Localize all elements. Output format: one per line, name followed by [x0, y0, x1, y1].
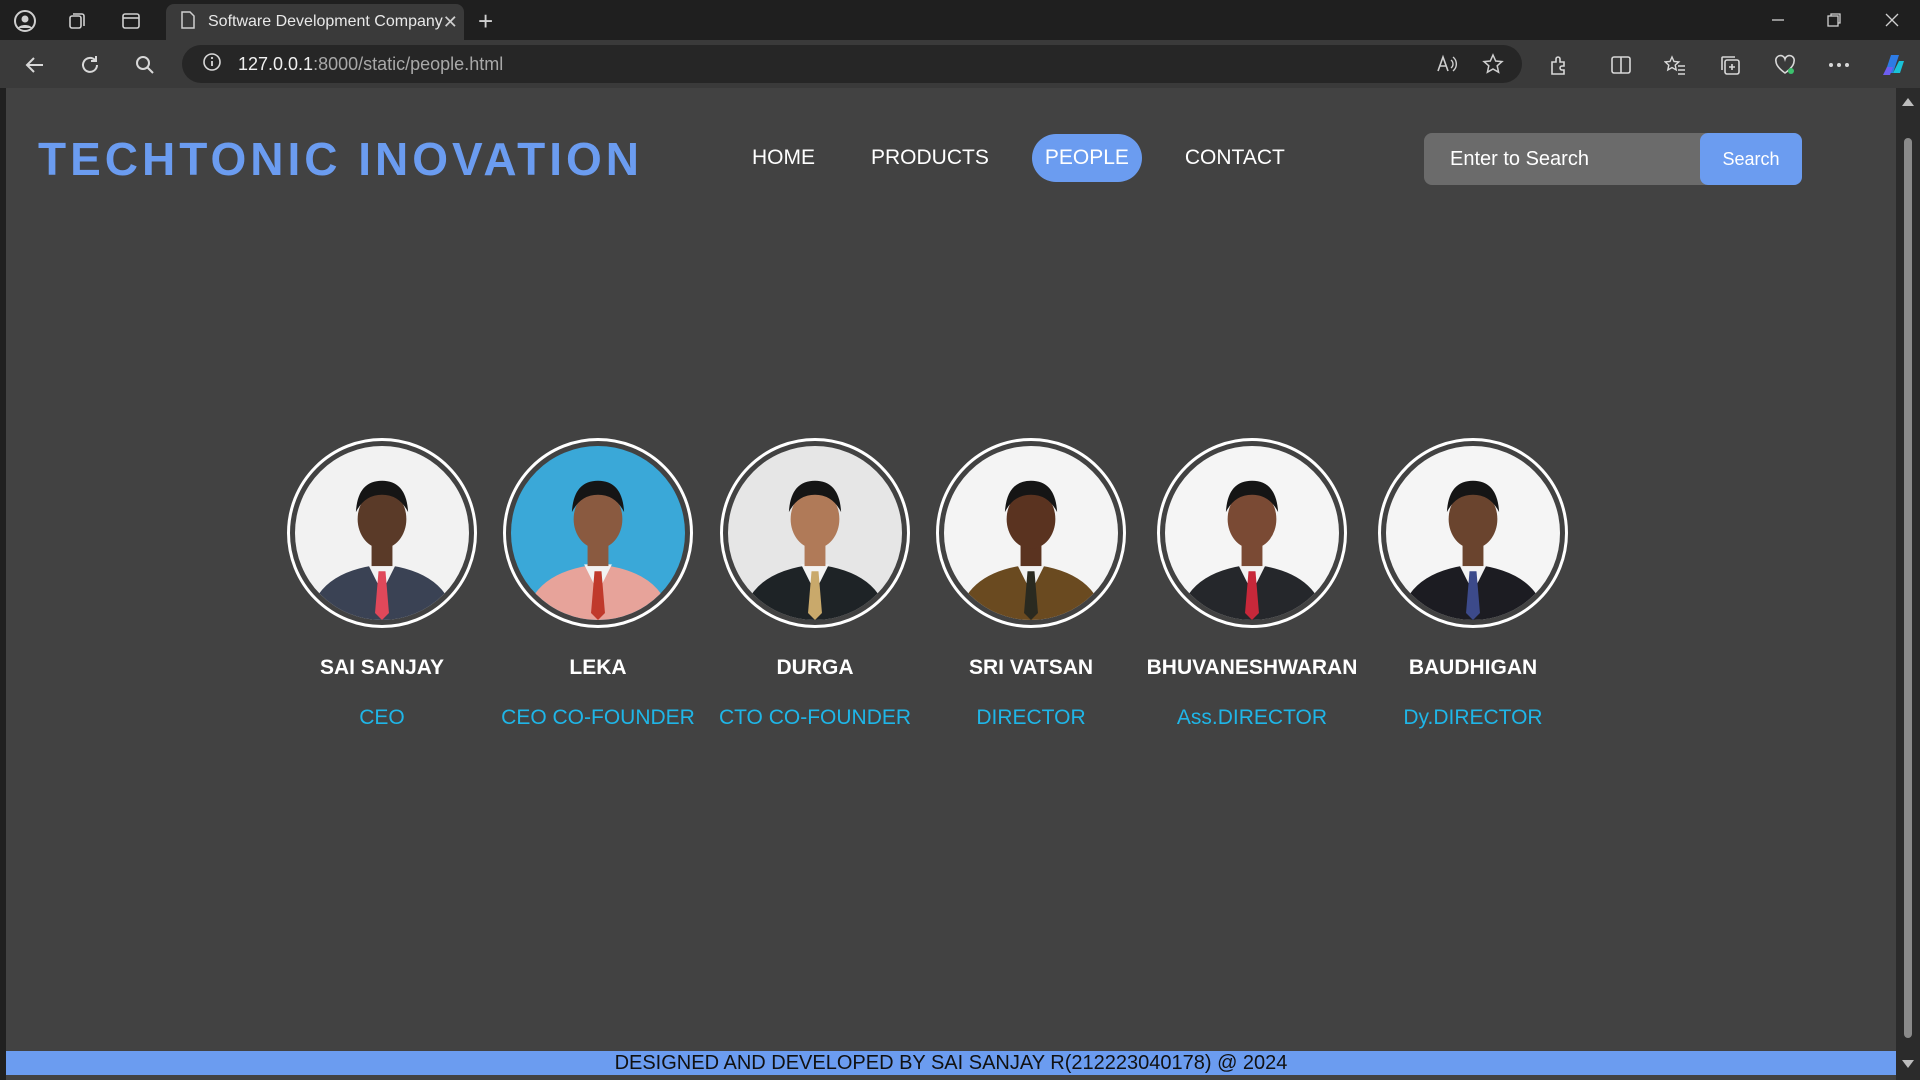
person-name: DURGA: [776, 656, 854, 679]
person-role: CEO CO-FOUNDER: [501, 706, 695, 729]
scroll-down-arrow-icon[interactable]: [1902, 1060, 1914, 1068]
favorites-icon[interactable]: [1660, 50, 1690, 80]
browser-tab-bar: Software Development Company ✕ +: [0, 0, 1920, 40]
address-bar[interactable]: 127.0.0.1:8000/static/people.html: [182, 45, 1522, 83]
person-name: BHUVANESHWARAN: [1146, 656, 1358, 679]
avatar: [287, 438, 477, 628]
restore-icon[interactable]: [1814, 6, 1854, 34]
main-nav: HOME PRODUCTS PEOPLE CONTACT: [739, 133, 1328, 183]
person-role: CTO CO-FOUNDER: [718, 706, 912, 729]
url-path: :8000/static/people.html: [313, 53, 504, 74]
search-form: Search: [1424, 133, 1808, 185]
person-role: DIRECTOR: [976, 706, 1086, 729]
new-tab-button[interactable]: +: [478, 6, 493, 37]
nav-products[interactable]: PRODUCTS: [858, 134, 1002, 182]
workspaces-icon[interactable]: [64, 8, 90, 34]
person-name: LEKA: [569, 656, 627, 679]
more-options-icon[interactable]: [1824, 50, 1854, 80]
read-aloud-icon[interactable]: [1436, 45, 1458, 83]
portrait-photo: [511, 446, 685, 620]
close-window-icon[interactable]: [1872, 6, 1912, 34]
browser-toolbar: 127.0.0.1:8000/static/people.html: [0, 40, 1920, 88]
tab-title: Software Development Company: [208, 13, 443, 30]
person-card: DURGA CTO CO-FOUNDER: [695, 438, 935, 730]
copilot-icon[interactable]: [1878, 50, 1908, 80]
person-card: SRI VATSAN DIRECTOR: [911, 438, 1151, 730]
site-info-icon[interactable]: [202, 52, 222, 77]
refresh-icon[interactable]: [75, 50, 105, 80]
person-card: SAI SANJAY CEO: [262, 438, 502, 730]
browser-tab[interactable]: Software Development Company ✕: [166, 4, 464, 40]
portrait-photo: [728, 446, 902, 620]
avatar: [503, 438, 693, 628]
people-section: SAI SANJAY CEO LEKA CEO CO-FOUNDER DURGA…: [6, 438, 1896, 758]
nav-people[interactable]: PEOPLE: [1031, 134, 1142, 182]
collections-icon[interactable]: [1715, 50, 1745, 80]
avatar: [1378, 438, 1568, 628]
minimize-icon[interactable]: [1758, 6, 1798, 34]
scroll-thumb[interactable]: [1904, 138, 1912, 1038]
avatar: [720, 438, 910, 628]
portrait-photo: [1165, 446, 1339, 620]
person-card: BHUVANESHWARAN Ass.DIRECTOR: [1132, 438, 1372, 730]
nav-contact[interactable]: CONTACT: [1172, 134, 1298, 182]
close-tab-icon[interactable]: ✕: [443, 12, 458, 33]
person-name: BAUDHIGAN: [1408, 656, 1538, 679]
nav-home[interactable]: HOME: [739, 134, 828, 182]
tab-actions-icon[interactable]: [118, 8, 144, 34]
person-role: Dy.DIRECTOR: [1403, 706, 1543, 729]
favorite-star-icon[interactable]: [1482, 45, 1504, 83]
footer: DESIGNED AND DEVELOPED BY SAI SANJAY R(2…: [6, 1051, 1896, 1075]
person-name: SRI VATSAN: [968, 656, 1094, 679]
search-input[interactable]: [1424, 133, 1706, 185]
portrait-photo: [1386, 446, 1560, 620]
person-role: CEO: [359, 706, 405, 729]
url-host: 127.0.0.1: [238, 53, 314, 74]
person-card: BAUDHIGAN Dy.DIRECTOR: [1353, 438, 1593, 730]
portrait-photo: [944, 446, 1118, 620]
avatar: [1157, 438, 1347, 628]
avatar: [936, 438, 1126, 628]
person-name: SAI SANJAY: [319, 656, 445, 679]
search-button[interactable]: Search: [1700, 133, 1802, 185]
scroll-up-arrow-icon[interactable]: [1902, 98, 1914, 106]
search-icon[interactable]: [130, 50, 160, 80]
split-screen-icon[interactable]: [1606, 50, 1636, 80]
portrait-photo: [295, 446, 469, 620]
extensions-icon[interactable]: [1544, 50, 1574, 80]
back-arrow-icon[interactable]: [20, 50, 50, 80]
page-viewport: TECHTONIC INOVATION HOME PRODUCTS PEOPLE…: [6, 88, 1896, 1080]
page-scrollbar[interactable]: [1896, 88, 1920, 1080]
page-icon: [180, 10, 196, 34]
person-card: LEKA CEO CO-FOUNDER: [478, 438, 718, 730]
person-role: Ass.DIRECTOR: [1176, 706, 1328, 729]
browser-essentials-icon[interactable]: [1770, 50, 1800, 80]
profile-icon[interactable]: [12, 8, 38, 34]
brand-logo[interactable]: TECHTONIC INOVATION: [38, 132, 643, 186]
